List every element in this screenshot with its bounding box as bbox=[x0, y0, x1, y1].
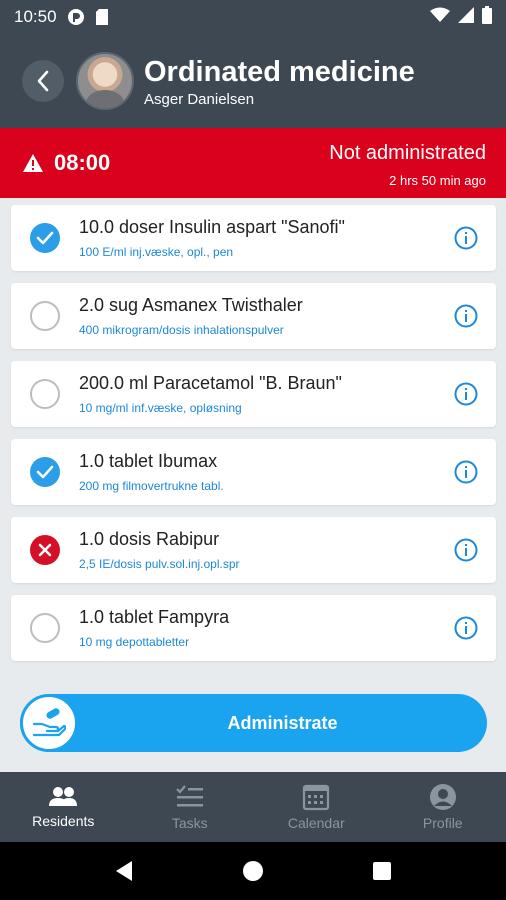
medication-item[interactable]: 2.0 sug Asmanex Twisthaler 400 mikrogram… bbox=[11, 283, 496, 349]
warning-icon bbox=[23, 154, 43, 172]
app-notification-icon bbox=[67, 8, 85, 26]
system-home-icon[interactable] bbox=[242, 860, 264, 882]
hand-medicine-icon bbox=[20, 694, 78, 752]
refused-x-icon[interactable] bbox=[30, 535, 60, 565]
info-icon[interactable] bbox=[454, 460, 478, 484]
medication-name: 2.0 sug Asmanex Twisthaler bbox=[79, 295, 303, 315]
signal-icon bbox=[458, 6, 474, 28]
administrate-label: Administrate bbox=[227, 712, 338, 733]
app-header: Ordinated medicine Asger Danielsen bbox=[0, 34, 506, 128]
back-arrow-icon bbox=[37, 70, 49, 92]
nav-label: Calendar bbox=[287, 815, 345, 831]
nav-label: Residents bbox=[32, 813, 95, 829]
medication-list: 10.0 doser Insulin aspart "Sanofi" 100 E… bbox=[11, 205, 496, 673]
administrate-button[interactable]: Administrate bbox=[20, 694, 487, 752]
battery-icon bbox=[482, 5, 492, 29]
medication-name: 200.0 ml Paracetamol "B. Braun" bbox=[79, 373, 342, 393]
medication-description: 200 mg filmovertrukne tabl. bbox=[79, 479, 224, 493]
resident-avatar bbox=[76, 52, 134, 110]
medication-name: 1.0 tablet Ibumax bbox=[79, 451, 218, 471]
medication-description: 10 mg depottabletter bbox=[79, 635, 190, 649]
info-icon[interactable] bbox=[454, 616, 478, 640]
system-navigation-bar bbox=[0, 842, 506, 900]
medication-item[interactable]: 1.0 tablet Ibumax 200 mg filmovertrukne … bbox=[11, 439, 496, 505]
unchecked-circle-icon[interactable] bbox=[30, 379, 60, 409]
medication-name: 1.0 tablet Fampyra bbox=[79, 607, 230, 627]
medication-description: 2,5 IE/dosis pulv.sol.inj.opl.spr bbox=[79, 557, 240, 571]
alert-status: Not administrated bbox=[329, 142, 486, 164]
medication-item[interactable]: 1.0 tablet Fampyra 10 mg depottabletter bbox=[11, 595, 496, 661]
resident-name: Asger Danielsen bbox=[144, 90, 255, 108]
info-icon[interactable] bbox=[454, 382, 478, 406]
medication-description: 10 mg/ml inf.væske, opløsning bbox=[79, 401, 242, 415]
checkmark-icon[interactable] bbox=[30, 223, 60, 253]
medication-item[interactable]: 1.0 dosis Rabipur 2,5 IE/dosis pulv.sol.… bbox=[11, 517, 496, 583]
alert-time-group: 08:00 bbox=[22, 150, 110, 176]
calendar-icon bbox=[303, 784, 330, 811]
nav-profile[interactable]: Profile bbox=[380, 772, 506, 842]
back-button[interactable] bbox=[22, 60, 64, 102]
info-icon[interactable] bbox=[454, 538, 478, 562]
unchecked-circle-icon[interactable] bbox=[30, 613, 60, 643]
system-back-icon[interactable] bbox=[114, 860, 134, 882]
status-time: 10:50 bbox=[14, 7, 57, 26]
profile-icon bbox=[429, 784, 456, 810]
bottom-navigation: Residents Tasks Calendar Profile bbox=[0, 772, 506, 842]
medication-item[interactable]: 10.0 doser Insulin aspart "Sanofi" 100 E… bbox=[11, 205, 496, 271]
medication-item[interactable]: 200.0 ml Paracetamol "B. Braun" 10 mg/ml… bbox=[11, 361, 496, 427]
medication-name: 10.0 doser Insulin aspart "Sanofi" bbox=[79, 217, 345, 237]
checkmark-icon[interactable] bbox=[30, 457, 60, 487]
medication-description: 400 mikrogram/dosis inhalationspulver bbox=[79, 323, 284, 337]
medication-name: 1.0 dosis Rabipur bbox=[79, 529, 220, 549]
nav-tasks[interactable]: Tasks bbox=[127, 772, 254, 842]
alert-time: 08:00 bbox=[54, 150, 111, 175]
sim-card-icon bbox=[95, 8, 109, 26]
nav-calendar[interactable]: Calendar bbox=[253, 772, 380, 842]
alert-banner: 08:00 Not administrated 2 hrs 50 min ago bbox=[0, 128, 506, 198]
wifi-icon bbox=[430, 7, 450, 28]
checklist-icon bbox=[175, 785, 203, 807]
alert-elapsed: 2 hrs 50 min ago bbox=[389, 173, 486, 188]
nav-label: Profile bbox=[422, 815, 463, 831]
page-title: Ordinated medicine bbox=[144, 55, 415, 88]
status-bar: 10:50 bbox=[0, 0, 506, 34]
info-icon[interactable] bbox=[454, 226, 478, 250]
nav-residents[interactable]: Residents bbox=[0, 772, 127, 842]
nav-label: Tasks bbox=[171, 815, 208, 831]
system-recents-icon[interactable] bbox=[372, 861, 392, 881]
people-icon bbox=[49, 787, 78, 806]
info-icon[interactable] bbox=[454, 304, 478, 328]
unchecked-circle-icon[interactable] bbox=[30, 301, 60, 331]
medication-description: 100 E/ml inj.væske, opl., pen bbox=[79, 245, 234, 259]
